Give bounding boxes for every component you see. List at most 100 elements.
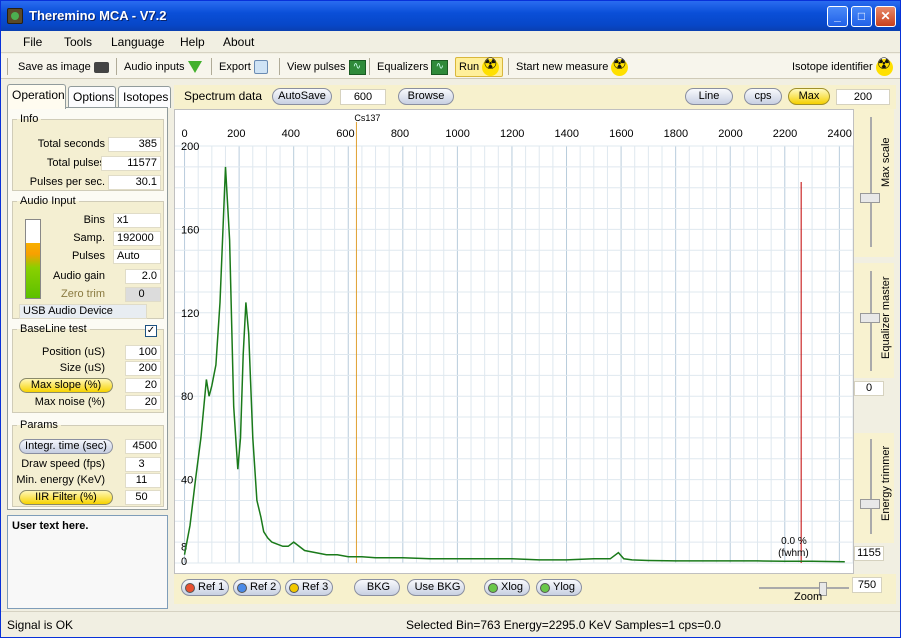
- x-tick-label: 800: [391, 128, 409, 140]
- equalizer-master-thumb[interactable]: [860, 313, 880, 323]
- fwhm-value: 0.0 %: [781, 536, 807, 547]
- start-new-label: Start new measure: [516, 61, 609, 73]
- down-arrow-icon: [187, 61, 202, 73]
- bkg-button[interactable]: BKG: [354, 579, 400, 596]
- title-bar[interactable]: Theremino MCA - V7.2 _ □ ✕: [1, 1, 900, 31]
- pulses-label: Pulses: [71, 250, 105, 262]
- max-button[interactable]: Max: [788, 88, 830, 105]
- tab-isotopes[interactable]: Isotopes: [118, 86, 171, 108]
- autosave-interval-input[interactable]: 600: [340, 89, 386, 105]
- spectrum-plot[interactable]: 0 200 400 600 800 1000 1200 1400 1600 1800 2000 220…: [174, 109, 854, 574]
- x-tick-label: 1800: [664, 128, 688, 140]
- isotope-marker-label: Cs137: [354, 113, 380, 123]
- cps-button[interactable]: cps: [744, 88, 782, 105]
- zoom-value[interactable]: 750: [852, 577, 882, 593]
- max-slope-value[interactable]: 20: [125, 378, 161, 393]
- position-value[interactable]: 100: [125, 345, 161, 360]
- menu-help[interactable]: Help: [180, 35, 205, 49]
- maximize-button[interactable]: □: [851, 6, 872, 27]
- browse-button[interactable]: Browse: [398, 88, 454, 105]
- total-pulses-value: 11577: [101, 156, 161, 171]
- samp-value[interactable]: 192000: [113, 231, 161, 246]
- energy-trimmer-thumb[interactable]: [860, 499, 880, 509]
- ref3-indicator-icon: [289, 582, 299, 593]
- x-tick-label: 2000: [718, 128, 742, 140]
- total-seconds-label: Total seconds: [37, 138, 105, 150]
- energy-trimmer-label: Energy trimmer: [880, 445, 892, 521]
- min-energy-label: Min. energy (KeV): [16, 474, 105, 486]
- selection-info: Selected Bin=763 Energy=2295.0 KeV Sampl…: [406, 618, 721, 632]
- baseline-checkbox[interactable]: ✓: [145, 325, 157, 337]
- save-image-button[interactable]: Save as image: [15, 57, 112, 77]
- equalizers-button[interactable]: Equalizers ∿: [374, 57, 451, 77]
- min-energy-value[interactable]: 11: [125, 473, 161, 488]
- bins-label: Bins: [83, 214, 105, 226]
- audio-input-group: Audio Input Bins x1 Samp. 192000 Pulses Aut…: [12, 195, 164, 319]
- audio-device-field[interactable]: USB Audio Device: [19, 304, 147, 319]
- energy-trimmer-slider[interactable]: Energy trimmer: [854, 433, 894, 543]
- max-scale-slider[interactable]: Max scale: [854, 109, 894, 257]
- menu-file[interactable]: File: [23, 35, 42, 49]
- integr-time-value[interactable]: 4500: [125, 439, 161, 454]
- ref3-button[interactable]: Ref 3: [285, 579, 333, 596]
- toolbar: Save as image Audio inputs Export View p…: [1, 54, 900, 79]
- pulses-per-sec-value: 30.1: [108, 175, 161, 190]
- bins-value[interactable]: x1: [113, 213, 161, 228]
- signal-status: Signal is OK: [7, 618, 74, 632]
- minimize-button[interactable]: _: [827, 6, 848, 27]
- radiation-icon: [482, 56, 500, 76]
- y-tick-label: 80: [181, 391, 193, 403]
- max-value-input[interactable]: 200: [836, 89, 890, 105]
- export-icon: [253, 60, 268, 74]
- line-button[interactable]: Line: [685, 88, 733, 105]
- radiation-icon: [875, 56, 893, 76]
- equalizer-master-value[interactable]: 0: [854, 381, 884, 396]
- tab-options[interactable]: Options: [68, 86, 116, 108]
- run-button[interactable]: Run: [455, 56, 504, 77]
- menu-tools[interactable]: Tools: [64, 35, 92, 49]
- use-bkg-button[interactable]: Use BKG: [407, 579, 465, 596]
- isotope-identifier-button[interactable]: Isotope identifier: [789, 56, 896, 77]
- spectrum-series-line: [183, 166, 845, 563]
- audio-gain-label: Audio gain: [53, 270, 105, 282]
- export-button[interactable]: Export: [216, 57, 271, 77]
- menu-language[interactable]: Language: [111, 35, 164, 49]
- x-tick-label: 1000: [445, 128, 469, 140]
- max-noise-value[interactable]: 20: [125, 395, 161, 410]
- close-button[interactable]: ✕: [875, 6, 896, 27]
- x-tick-label: 2200: [773, 128, 797, 140]
- x-tick-label: 400: [282, 128, 300, 140]
- x-tick-label: 1400: [555, 128, 579, 140]
- energy-trimmer-value[interactable]: 1155: [854, 546, 884, 561]
- x-tick-label: 0: [182, 128, 188, 140]
- menu-about[interactable]: About: [223, 35, 254, 49]
- audio-gain-value[interactable]: 2.0: [125, 269, 161, 284]
- y-tick-label: 0: [181, 556, 187, 568]
- view-pulses-button[interactable]: View pulses ∿: [284, 57, 369, 77]
- audio-inputs-button[interactable]: Audio inputs: [121, 57, 205, 77]
- iir-filter-value[interactable]: 50: [125, 490, 161, 505]
- view-pulses-label: View pulses: [287, 61, 346, 73]
- start-new-measure-button[interactable]: Start new measure: [513, 56, 631, 77]
- pulses-mode-value[interactable]: Auto: [113, 249, 161, 264]
- equalizer-master-slider[interactable]: Equalizer master: [854, 263, 894, 378]
- spectrum-title: Spectrum data: [184, 89, 263, 103]
- y-tick-label: 200: [181, 141, 199, 153]
- ref2-button[interactable]: Ref 2: [233, 579, 281, 596]
- run-label: Run: [459, 61, 480, 73]
- audio-input-legend: Audio Input: [20, 195, 76, 207]
- ylog-button[interactable]: Ylog: [536, 579, 582, 596]
- draw-speed-value[interactable]: 3: [125, 457, 161, 472]
- autosave-button[interactable]: AutoSave: [272, 88, 332, 105]
- xlog-button[interactable]: Xlog: [484, 579, 530, 596]
- zero-trim-value[interactable]: 0: [125, 287, 161, 302]
- size-value[interactable]: 200: [125, 361, 161, 376]
- spectrum-footer: Ref 1 Ref 2 Ref 3 BKG Use BKG Xlog Ylog …: [174, 574, 896, 604]
- user-notes-textarea[interactable]: User text here.: [7, 515, 168, 609]
- max-scale-thumb[interactable]: [860, 193, 880, 203]
- tab-operation[interactable]: Operation: [7, 84, 66, 109]
- ref1-button[interactable]: Ref 1: [181, 579, 229, 596]
- app-icon: [7, 8, 23, 24]
- max-noise-label: Max noise (%): [34, 396, 105, 408]
- save-image-label: Save as image: [18, 61, 91, 73]
